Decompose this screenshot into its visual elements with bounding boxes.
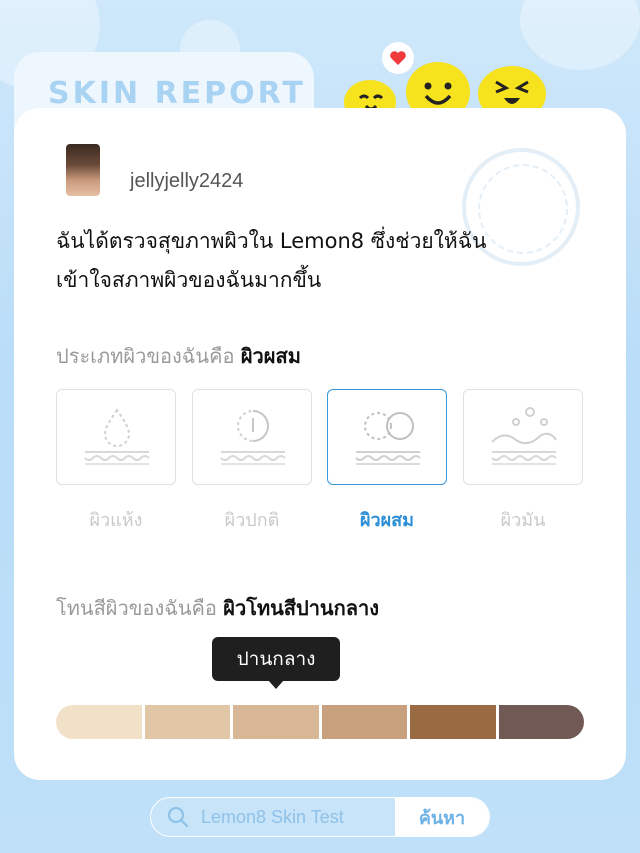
skin-tone-swatch[interactable] [56, 705, 142, 739]
avatar[interactable] [66, 144, 100, 196]
skin-tone-prompt: โทนสีผิวของฉันคือ [56, 596, 217, 620]
skin-type-label-normal: ผิวปกติ [224, 510, 280, 531]
droplet-icon [84, 408, 150, 465]
skin-type-option-combination[interactable] [327, 389, 447, 485]
skin-tone-value: ผิวโทนสีปานกลาง [223, 596, 379, 620]
search-input[interactable]: Lemon8 Skin Test [201, 807, 344, 828]
skin-type-label-oily: ผิวมัน [500, 510, 546, 531]
skin-tone-swatch[interactable] [233, 705, 319, 739]
skin-type-option-normal[interactable] [192, 389, 312, 485]
skin-type-value: ผิวผสม [240, 344, 301, 368]
skin-type-option-oily[interactable] [463, 389, 583, 485]
tooltip-arrow [268, 680, 284, 689]
heart-bubble-icon [382, 42, 414, 74]
skin-type-heading: ประเภทผิวของฉันคือ ผิวผสม [56, 340, 301, 372]
report-description: ฉันได้ตรวจสุขภาพผิวใน Lemon8 ซึ่งช่วยให้… [56, 222, 576, 300]
skin-tone-swatch[interactable] [498, 705, 584, 739]
username[interactable]: jellyjelly2424 [130, 170, 243, 193]
skin-type-label-dry: ผิวแห้ง [89, 510, 143, 531]
report-title: SKIN REPORT [48, 76, 306, 111]
description-line: เข้าใจสภาพผิวของฉันมากขึ้น [56, 268, 322, 292]
description-line: ฉันได้ตรวจสุขภาพผิวใน Lemon8 ซึ่งช่วยให้… [56, 229, 487, 253]
skin-tone-swatch[interactable] [144, 705, 230, 739]
skin-tone-swatch[interactable] [410, 705, 496, 739]
skin-type-option-dry[interactable] [56, 389, 176, 485]
half-circle-icon [220, 410, 286, 465]
skin-type-label-combination: ผิวผสม [359, 510, 415, 531]
double-circle-icon [355, 412, 421, 465]
skin-tone-tooltip: ปานกลาง [212, 637, 340, 681]
oil-wave-icon [491, 407, 557, 465]
search-bar[interactable]: Lemon8 Skin Test ค้นหา [150, 797, 490, 837]
skin-tone-swatch[interactable] [321, 705, 407, 739]
search-icon [167, 806, 189, 828]
skin-tone-bar [56, 705, 584, 739]
search-button[interactable]: ค้นหา [395, 798, 489, 836]
skin-type-prompt: ประเภทผิวของฉันคือ [56, 344, 235, 368]
skin-tone-heading: โทนสีผิวของฉันคือ ผิวโทนสีปานกลาง [56, 592, 379, 624]
